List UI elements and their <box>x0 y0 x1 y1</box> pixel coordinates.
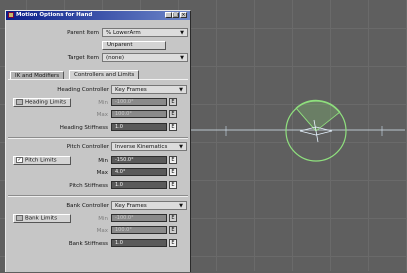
heading-limits-button[interactable]: Heading Limits <box>13 98 71 107</box>
chevron-down-icon: ▼ <box>179 87 183 93</box>
heading-controller-dropdown[interactable]: Key Frames ▼ <box>111 85 187 94</box>
heading-controller-label: Heading Controller <box>57 87 109 93</box>
bank-limits-checkbox[interactable] <box>16 215 23 221</box>
target-item-label: Target Item <box>67 55 99 61</box>
pitch-max-label: Max <box>96 170 108 176</box>
bank-stiffness-envelope-button[interactable]: E <box>169 239 177 247</box>
bank-controller-value: Key Frames <box>115 203 147 209</box>
pitch-max-field[interactable]: 4.0° <box>111 168 167 176</box>
heading-stiffness-envelope-button[interactable]: E <box>169 123 177 131</box>
chevron-down-icon: ▼ <box>179 144 183 150</box>
pitch-controller-label: Pitch Controller <box>66 144 109 150</box>
chevron-down-icon: ▼ <box>180 55 184 61</box>
pitch-limits-button[interactable]: ✓ Pitch Limits <box>13 156 71 165</box>
chevron-down-icon: ▼ <box>180 30 184 36</box>
target-item-value: (none) <box>106 55 125 61</box>
window-title: Motion Options for Hand <box>16 12 93 18</box>
heading-max-label: Max <box>96 112 108 118</box>
motion-options-window: Motion Options for Hand _ □ × Parent Ite… <box>5 10 191 272</box>
bank-max-field[interactable]: 100.0° <box>111 226 167 234</box>
close-button[interactable]: × <box>180 12 187 18</box>
bank-limits-label: Bank Limits <box>25 215 58 222</box>
bank-min-field[interactable]: -100.0° <box>111 214 167 222</box>
bank-min-label: Min <box>98 216 108 222</box>
heading-max-envelope-button[interactable]: E <box>169 110 177 118</box>
heading-min-envelope-button[interactable]: E <box>169 98 177 106</box>
pitch-min-envelope-button[interactable]: E <box>169 156 177 164</box>
pitch-limits-checkbox[interactable]: ✓ <box>16 157 23 163</box>
title-bar[interactable]: Motion Options for Hand _ □ × <box>6 11 190 20</box>
parent-item-label: Parent Item <box>67 30 99 36</box>
section-divider <box>8 195 188 197</box>
heading-controller-value: Key Frames <box>115 87 147 93</box>
bank-limits-button[interactable]: Bank Limits <box>13 214 71 223</box>
heading-min-label: Min <box>98 100 108 106</box>
maximize-button[interactable]: □ <box>172 12 179 18</box>
heading-max-field[interactable]: 100.0° <box>111 110 167 118</box>
app-icon <box>8 12 14 18</box>
section-divider <box>8 137 188 139</box>
bank-controller-label: Bank Controller <box>66 203 109 209</box>
pitch-min-label: Min <box>98 158 108 164</box>
chevron-down-icon: ▼ <box>179 203 183 209</box>
heading-limits-checkbox[interactable] <box>16 99 23 105</box>
pitch-min-field[interactable]: -150.0° <box>111 156 167 164</box>
parent-item-value: % LowerArm <box>106 30 141 36</box>
heading-stiffness-field[interactable]: 1.0 <box>111 123 167 131</box>
heading-min-field[interactable]: -100.0° <box>111 98 167 106</box>
target-item-dropdown[interactable]: (none) ▼ <box>102 53 188 62</box>
pitch-controller-value: Inverse Kinematics <box>115 144 168 150</box>
pitch-stiffness-field[interactable]: 1.0 <box>111 181 167 189</box>
minimize-button[interactable]: _ <box>165 12 172 18</box>
pitch-stiffness-label: Pitch Stiffness <box>69 183 108 189</box>
bank-controller-dropdown[interactable]: Key Frames ▼ <box>111 201 187 210</box>
bank-min-envelope-button[interactable]: E <box>169 214 177 222</box>
pitch-controller-dropdown[interactable]: Inverse Kinematics ▼ <box>111 142 187 151</box>
bank-max-envelope-button[interactable]: E <box>169 226 177 234</box>
pitch-max-envelope-button[interactable]: E <box>169 168 177 176</box>
bank-stiffness-label: Bank Stiffness <box>68 241 108 247</box>
heading-limits-label: Heading Limits <box>25 99 67 106</box>
bank-stiffness-field[interactable]: 1.0 <box>111 239 167 247</box>
pitch-stiffness-envelope-button[interactable]: E <box>169 181 177 189</box>
pitch-limits-label: Pitch Limits <box>25 157 57 164</box>
unparent-button[interactable]: Unparent <box>102 41 166 50</box>
bank-max-label: Max <box>96 228 108 234</box>
heading-stiffness-label: Heading Stiffness <box>59 125 108 131</box>
parent-item-dropdown[interactable]: % LowerArm ▼ <box>102 28 188 37</box>
